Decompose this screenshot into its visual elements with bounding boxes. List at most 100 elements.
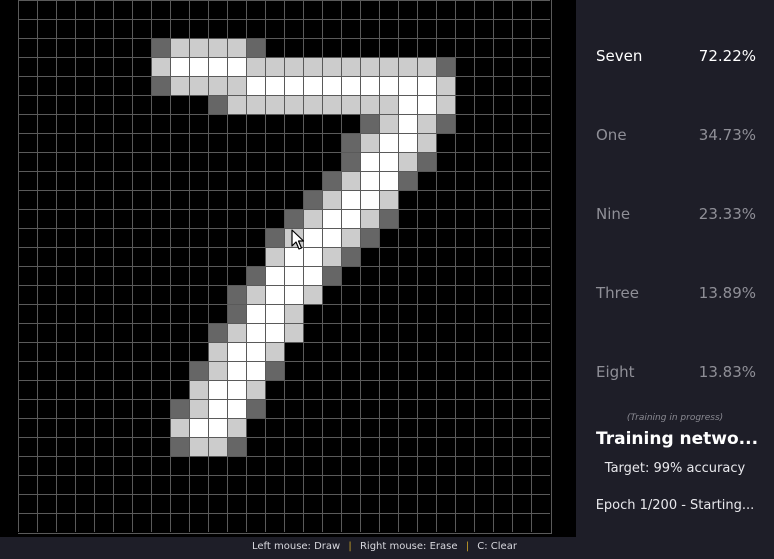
canvas-cell[interactable] [512, 285, 531, 304]
canvas-cell[interactable] [227, 228, 246, 247]
pixel-grid[interactable] [18, 0, 552, 534]
canvas-cell[interactable] [227, 513, 246, 532]
canvas-cell[interactable] [398, 38, 417, 57]
canvas-cell[interactable] [113, 38, 132, 57]
canvas-cell[interactable] [56, 57, 75, 76]
canvas-cell[interactable] [170, 247, 189, 266]
canvas-cell[interactable] [512, 456, 531, 475]
canvas-cell[interactable] [493, 475, 512, 494]
canvas-cell[interactable] [246, 57, 265, 76]
canvas-cell[interactable] [531, 228, 550, 247]
canvas-cell[interactable] [417, 57, 436, 76]
canvas-cell[interactable] [75, 228, 94, 247]
canvas-cell[interactable] [284, 152, 303, 171]
canvas-cell[interactable] [512, 209, 531, 228]
canvas-cell[interactable] [246, 114, 265, 133]
canvas-cell[interactable] [360, 38, 379, 57]
canvas-cell[interactable] [132, 475, 151, 494]
canvas-cell[interactable] [265, 513, 284, 532]
canvas-cell[interactable] [398, 399, 417, 418]
canvas-cell[interactable] [189, 190, 208, 209]
canvas-cell[interactable] [265, 266, 284, 285]
canvas-cell[interactable] [531, 437, 550, 456]
canvas-cell[interactable] [151, 114, 170, 133]
canvas-cell[interactable] [360, 0, 379, 19]
canvas-cell[interactable] [132, 266, 151, 285]
canvas-cell[interactable] [56, 285, 75, 304]
canvas-cell[interactable] [322, 76, 341, 95]
canvas-cell[interactable] [56, 19, 75, 38]
canvas-cell[interactable] [151, 494, 170, 513]
canvas-cell[interactable] [208, 228, 227, 247]
drawing-canvas[interactable] [0, 0, 576, 537]
canvas-cell[interactable] [455, 247, 474, 266]
canvas-cell[interactable] [417, 19, 436, 38]
canvas-cell[interactable] [398, 342, 417, 361]
canvas-cell[interactable] [436, 513, 455, 532]
canvas-cell[interactable] [436, 266, 455, 285]
canvas-cell[interactable] [322, 342, 341, 361]
canvas-cell[interactable] [417, 228, 436, 247]
canvas-cell[interactable] [227, 418, 246, 437]
canvas-cell[interactable] [512, 342, 531, 361]
canvas-cell[interactable] [417, 133, 436, 152]
canvas-cell[interactable] [531, 418, 550, 437]
canvas-cell[interactable] [208, 361, 227, 380]
canvas-cell[interactable] [436, 380, 455, 399]
canvas-cell[interactable] [170, 152, 189, 171]
canvas-cell[interactable] [170, 95, 189, 114]
canvas-cell[interactable] [56, 475, 75, 494]
canvas-cell[interactable] [360, 76, 379, 95]
canvas-cell[interactable] [512, 190, 531, 209]
canvas-cell[interactable] [265, 190, 284, 209]
canvas-cell[interactable] [284, 475, 303, 494]
canvas-cell[interactable] [56, 171, 75, 190]
canvas-cell[interactable] [189, 133, 208, 152]
canvas-cell[interactable] [436, 475, 455, 494]
canvas-cell[interactable] [474, 266, 493, 285]
canvas-cell[interactable] [398, 171, 417, 190]
canvas-cell[interactable] [341, 437, 360, 456]
canvas-cell[interactable] [113, 513, 132, 532]
canvas-cell[interactable] [37, 323, 56, 342]
canvas-cell[interactable] [151, 133, 170, 152]
canvas-cell[interactable] [113, 171, 132, 190]
canvas-cell[interactable] [18, 361, 37, 380]
canvas-cell[interactable] [170, 342, 189, 361]
canvas-cell[interactable] [379, 513, 398, 532]
canvas-cell[interactable] [341, 456, 360, 475]
canvas-cell[interactable] [512, 228, 531, 247]
canvas-cell[interactable] [227, 456, 246, 475]
canvas-cell[interactable] [227, 399, 246, 418]
canvas-cell[interactable] [113, 0, 132, 19]
canvas-cell[interactable] [75, 437, 94, 456]
canvas-cell[interactable] [189, 19, 208, 38]
canvas-cell[interactable] [417, 190, 436, 209]
canvas-cell[interactable] [37, 171, 56, 190]
canvas-cell[interactable] [455, 0, 474, 19]
canvas-cell[interactable] [512, 494, 531, 513]
canvas-cell[interactable] [18, 456, 37, 475]
canvas-cell[interactable] [208, 456, 227, 475]
canvas-cell[interactable] [531, 38, 550, 57]
canvas-cell[interactable] [474, 418, 493, 437]
canvas-cell[interactable] [113, 342, 132, 361]
canvas-cell[interactable] [360, 152, 379, 171]
canvas-cell[interactable] [227, 266, 246, 285]
canvas-cell[interactable] [379, 247, 398, 266]
canvas-cell[interactable] [113, 19, 132, 38]
canvas-cell[interactable] [398, 57, 417, 76]
canvas-cell[interactable] [208, 342, 227, 361]
canvas-cell[interactable] [322, 266, 341, 285]
canvas-cell[interactable] [265, 380, 284, 399]
canvas-cell[interactable] [170, 475, 189, 494]
canvas-cell[interactable] [208, 152, 227, 171]
canvas-cell[interactable] [341, 190, 360, 209]
canvas-cell[interactable] [455, 38, 474, 57]
canvas-cell[interactable] [493, 494, 512, 513]
canvas-cell[interactable] [341, 513, 360, 532]
canvas-cell[interactable] [379, 437, 398, 456]
canvas-cell[interactable] [151, 285, 170, 304]
canvas-cell[interactable] [227, 304, 246, 323]
canvas-cell[interactable] [474, 513, 493, 532]
